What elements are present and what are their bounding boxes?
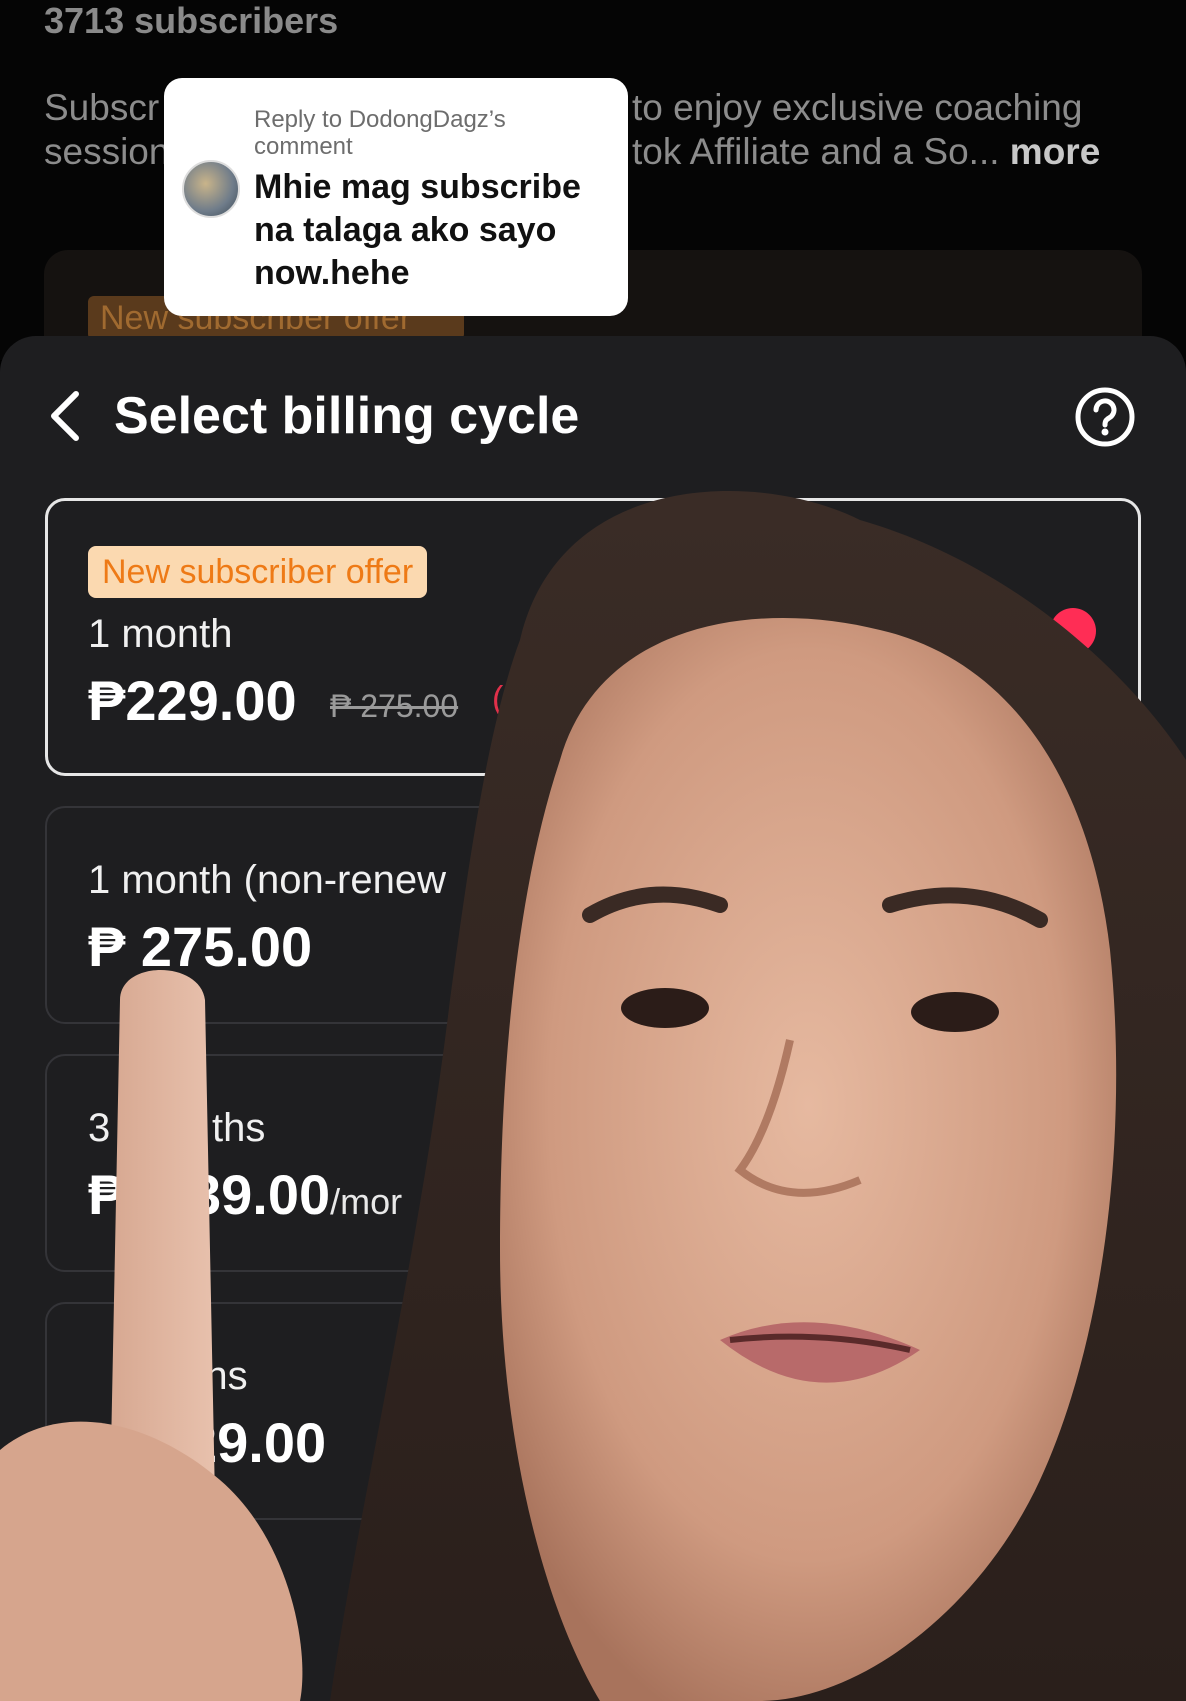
subscriber-count: 3713 subscribers: [44, 0, 339, 41]
description-right-line1: to enjoy exclusive coaching: [632, 87, 1083, 128]
plan-label-part-b: ths: [212, 1106, 266, 1150]
selected-radio-icon[interactable]: [1050, 608, 1096, 654]
description-truncated: tok Affiliate and a So...: [632, 131, 1000, 172]
reply-to-label: Reply to DodongDagz’s comment: [254, 106, 506, 160]
per-month-label: /mor: [330, 1181, 403, 1222]
plan-price: 29.00: [186, 1411, 327, 1474]
reply-comment-text: Mhie mag subscribe na talaga ako sayo no…: [254, 168, 581, 292]
sheet-header: Select billing cycle: [0, 336, 1186, 456]
chevron-left-icon[interactable]: [46, 388, 86, 444]
description-left-line1: Subscr: [44, 87, 160, 128]
plan-price: ₱ 275.00: [88, 915, 313, 978]
more-link[interactable]: more: [1010, 131, 1100, 172]
avatar: [182, 160, 240, 218]
description-left-line2: session: [44, 131, 170, 172]
new-subscriber-badge: New subscriber offer: [88, 546, 428, 598]
plan-price: ₱229.00: [88, 669, 297, 732]
plan-price-part-a: ₱: [88, 1163, 126, 1226]
description-left: Subscr session: [44, 86, 169, 174]
question-circle-icon[interactable]: [1074, 386, 1136, 448]
discount-label: (15: [492, 680, 542, 718]
plan-label: nths: [172, 1354, 248, 1398]
plan-price-part-b: 39.00: [190, 1163, 331, 1226]
plan-price: 39.00/mor: [190, 1162, 402, 1227]
description-right-line2: tok Affiliate and a So... more: [632, 130, 1100, 174]
sheet-title: Select billing cycle: [114, 387, 580, 445]
plan-label: 1 month: [88, 612, 233, 656]
plan-label-part-a: 3: [88, 1106, 111, 1150]
original-price: ₱ 275.00: [330, 688, 459, 724]
plan-label: 1 month (non-renew: [88, 858, 446, 902]
description-right: to enjoy exclusive coaching tok Affiliat…: [632, 86, 1100, 174]
